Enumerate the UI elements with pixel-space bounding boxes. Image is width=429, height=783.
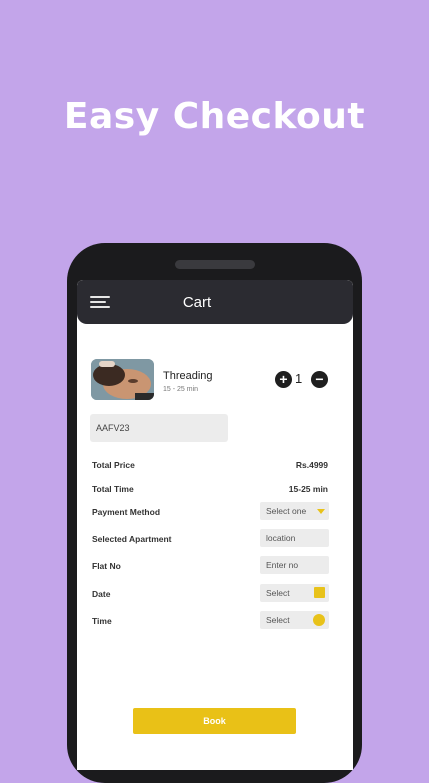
book-button[interactable]: Book	[133, 708, 296, 734]
cart-screen: Cart Threading 15 - 25 min + 1 − AAFV23 …	[77, 280, 353, 770]
total-price-value: Rs.4999	[295, 460, 328, 470]
date-picker-field[interactable]: Select	[260, 584, 329, 602]
flat-no-input[interactable]: Enter no	[260, 556, 329, 574]
payment-method-value: Select one	[266, 506, 307, 516]
total-price-label: Total Price	[92, 460, 135, 470]
clock-icon	[313, 614, 325, 626]
time-label: Time	[92, 616, 112, 626]
decrease-quantity-button[interactable]: −	[311, 371, 328, 388]
quantity-value: 1	[295, 371, 303, 386]
chevron-down-icon	[317, 509, 325, 514]
service-duration: 15 - 25 min	[163, 386, 199, 393]
calendar-icon	[314, 587, 325, 598]
coupon-code-field[interactable]: AAFV23	[90, 414, 228, 442]
minus-icon: −	[315, 371, 324, 387]
app-bar: Cart	[77, 280, 353, 324]
flat-no-label: Flat No	[92, 561, 121, 571]
promo-headline: Easy Checkout	[63, 96, 366, 137]
payment-method-select[interactable]: Select one	[260, 502, 329, 520]
page-title: Cart	[182, 294, 212, 311]
service-thumbnail	[91, 359, 154, 400]
plus-icon: +	[279, 371, 288, 387]
apartment-location-field[interactable]: location	[260, 529, 329, 547]
phone-speaker	[175, 260, 255, 269]
total-time-value: 15-25 min	[288, 484, 328, 494]
time-value: Select	[266, 615, 290, 625]
date-value: Select	[266, 588, 290, 598]
service-name: Threading	[163, 370, 213, 382]
apartment-label: Selected Apartment	[92, 534, 172, 544]
time-picker-field[interactable]: Select	[260, 611, 329, 629]
date-label: Date	[92, 589, 111, 599]
total-time-label: Total Time	[92, 484, 134, 494]
payment-method-label: Payment Method	[92, 507, 161, 517]
increase-quantity-button[interactable]: +	[275, 371, 292, 388]
